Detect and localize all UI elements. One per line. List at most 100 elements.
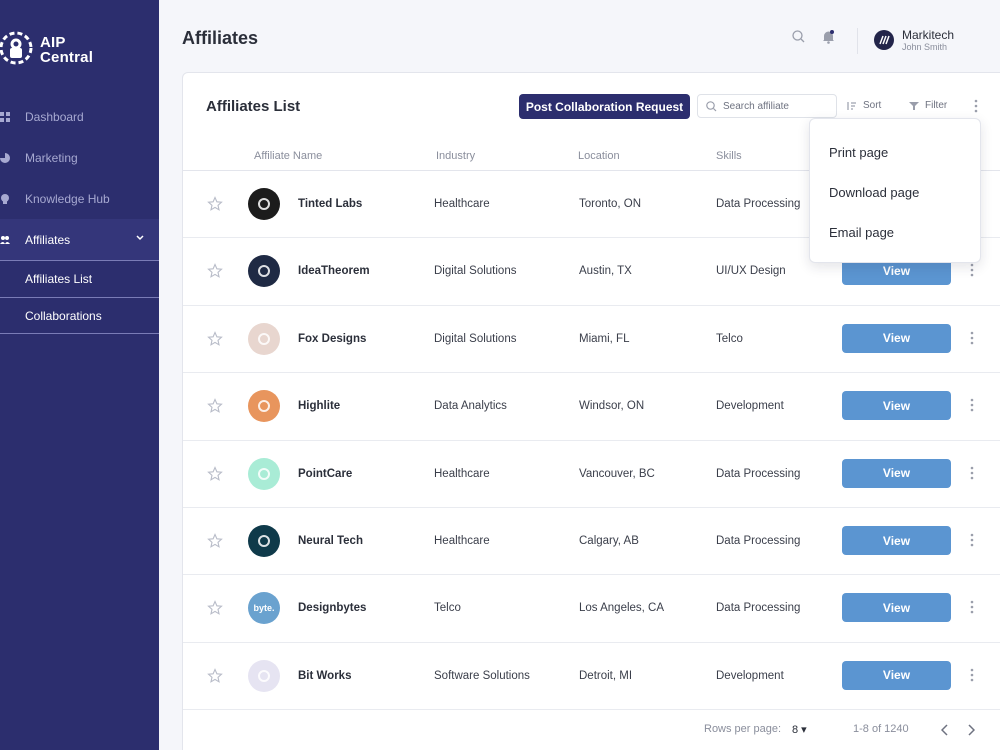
star-icon[interactable] bbox=[207, 263, 223, 279]
star-icon[interactable] bbox=[207, 667, 223, 684]
affiliate-industry: Data Analytics bbox=[434, 400, 507, 413]
affiliate-name[interactable]: Neural Tech bbox=[298, 535, 363, 547]
sidebar-item-label: Dashboard bbox=[25, 109, 84, 124]
sort-button[interactable]: Sort bbox=[846, 100, 881, 111]
row-more-options-icon[interactable] bbox=[969, 263, 975, 277]
affiliate-industry: Digital Solutions bbox=[434, 265, 517, 278]
sort-icon bbox=[847, 101, 856, 110]
table-row[interactable]: Fox Designs Digital Solutions Miami, FL Tel… bbox=[183, 306, 1000, 374]
chevron-left-icon[interactable] bbox=[941, 724, 949, 736]
view-button[interactable]: View bbox=[842, 323, 951, 353]
row-more-options-icon[interactable] bbox=[969, 466, 975, 480]
sidebar-item-dashboard[interactable]: Dashboard bbox=[0, 96, 159, 137]
affiliate-mark-icon bbox=[258, 535, 270, 547]
column-header-name[interactable]: Affiliate Name bbox=[254, 150, 322, 162]
menu-item-email-page[interactable]: Email page bbox=[829, 225, 894, 240]
star-icon[interactable] bbox=[207, 465, 223, 482]
card-title: Affiliates List bbox=[206, 98, 301, 115]
rows-per-page-value: 8 bbox=[792, 724, 799, 736]
affiliate-industry: Digital Solutions bbox=[434, 332, 517, 345]
lightbulb-icon bbox=[1, 193, 9, 204]
menu-item-print-page[interactable]: Print page bbox=[829, 145, 888, 160]
affiliate-location: Vancouver, BC bbox=[579, 467, 655, 480]
star-icon[interactable] bbox=[207, 533, 223, 549]
affiliate-mark-icon bbox=[258, 467, 270, 480]
user-name: John Smith bbox=[902, 42, 948, 52]
affiliate-name[interactable]: Fox Designs bbox=[298, 333, 366, 345]
filter-label: Filter bbox=[925, 100, 948, 111]
table-row[interactable]: PointCare Healthcare Vancouver, BC Data Pro… bbox=[183, 441, 1000, 508]
view-button[interactable]: View bbox=[842, 526, 951, 555]
affiliate-location: Miami, FL bbox=[579, 332, 630, 345]
sidebar-item-knowledge-hub[interactable]: Knowledge Hub bbox=[0, 178, 159, 219]
affiliate-logo bbox=[248, 322, 280, 355]
star-icon[interactable] bbox=[207, 600, 223, 616]
affiliate-industry: Software Solutions bbox=[434, 669, 530, 682]
affiliate-logo bbox=[248, 525, 280, 557]
column-header-skills[interactable]: Skills bbox=[716, 150, 742, 162]
search-box bbox=[697, 94, 837, 118]
column-header-industry[interactable]: Industry bbox=[436, 150, 475, 162]
star-icon[interactable] bbox=[207, 330, 223, 347]
search-icon[interactable] bbox=[792, 30, 805, 43]
star-icon[interactable] bbox=[207, 196, 223, 212]
table-row[interactable]: Neural Tech Healthcare Calgary, AB Data Pro… bbox=[183, 508, 1000, 576]
affiliate-name[interactable]: IdeaTheorem bbox=[298, 265, 370, 277]
pagination-range: 1-8 of 1240 bbox=[853, 723, 909, 735]
bell-icon[interactable] bbox=[822, 30, 835, 44]
table-row[interactable]: Highlite Data Analytics Windsor, ON Develop… bbox=[183, 373, 1000, 441]
sidebar-item-affiliates[interactable]: Affiliates bbox=[0, 219, 159, 260]
view-button[interactable]: View bbox=[842, 660, 951, 690]
column-header-location[interactable]: Location bbox=[578, 150, 620, 162]
affiliate-logo bbox=[248, 457, 280, 490]
affiliate-location: Austin, TX bbox=[579, 265, 632, 278]
affiliate-name[interactable]: Bit Works bbox=[298, 670, 351, 682]
affiliate-location: Windsor, ON bbox=[579, 400, 645, 413]
star-icon[interactable] bbox=[207, 398, 223, 414]
header-divider bbox=[857, 28, 858, 54]
view-button[interactable]: View bbox=[842, 458, 951, 488]
users-icon bbox=[0, 235, 10, 244]
sidebar-item-marketing[interactable]: Marketing bbox=[0, 137, 159, 178]
sidebar-subitem-collaborations[interactable]: Collaborations bbox=[0, 297, 159, 334]
row-more-options-icon[interactable] bbox=[969, 600, 975, 614]
logo-mark-icon bbox=[0, 30, 36, 70]
app-logo[interactable]: AIP Central bbox=[0, 30, 93, 70]
page-title: Affiliates bbox=[182, 28, 259, 48]
chevron-down-icon[interactable] bbox=[135, 233, 145, 243]
row-more-options-icon[interactable] bbox=[969, 331, 975, 345]
table-row[interactable]: Bit Works Software Solutions Detroit, MI De… bbox=[183, 643, 1000, 711]
rows-per-page-select[interactable]: 8 ▾ bbox=[792, 723, 807, 736]
table-row[interactable]: byte. Designbytes Telco Los Angeles, CA Data… bbox=[183, 575, 1000, 643]
sidebar-subitem-label: Collaborations bbox=[25, 308, 102, 323]
app-name: AIP Central bbox=[40, 34, 94, 66]
affiliate-skills: Data Processing bbox=[716, 467, 801, 480]
affiliate-logo bbox=[248, 659, 280, 692]
search-input[interactable] bbox=[723, 100, 831, 112]
more-options-menu: Print page Download page Email page bbox=[809, 118, 981, 263]
more-options-icon[interactable] bbox=[973, 99, 979, 113]
row-more-options-icon[interactable] bbox=[969, 398, 975, 412]
affiliate-name[interactable]: Highlite bbox=[298, 400, 340, 412]
view-button[interactable]: View bbox=[842, 391, 951, 421]
affiliate-name[interactable]: PointCare bbox=[298, 468, 352, 480]
row-more-options-icon[interactable] bbox=[969, 533, 975, 547]
affiliate-name[interactable]: Tinted Labs bbox=[298, 198, 362, 210]
affiliate-skills: Development bbox=[716, 669, 784, 682]
filter-button[interactable]: Filter bbox=[909, 100, 947, 111]
affiliate-name[interactable]: Designbytes bbox=[298, 602, 366, 614]
affiliate-mark-icon bbox=[258, 332, 270, 345]
chevron-right-icon[interactable] bbox=[967, 724, 975, 736]
affiliate-industry: Healthcare bbox=[434, 535, 490, 547]
affiliate-industry: Healthcare bbox=[434, 198, 490, 210]
affiliate-location: Calgary, AB bbox=[579, 535, 639, 547]
view-button[interactable]: View bbox=[842, 593, 951, 623]
avatar[interactable] bbox=[874, 30, 894, 50]
affiliate-logo bbox=[248, 390, 280, 423]
sidebar-subitem-affiliates-list[interactable]: Affiliates List bbox=[0, 260, 159, 297]
row-more-options-icon[interactable] bbox=[969, 668, 975, 682]
affiliate-skills: Data Processing bbox=[716, 198, 801, 210]
sort-label: Sort bbox=[863, 100, 882, 111]
post-collaboration-button[interactable]: Post Collaboration Request bbox=[519, 94, 690, 119]
menu-item-download-page[interactable]: Download page bbox=[829, 185, 919, 200]
